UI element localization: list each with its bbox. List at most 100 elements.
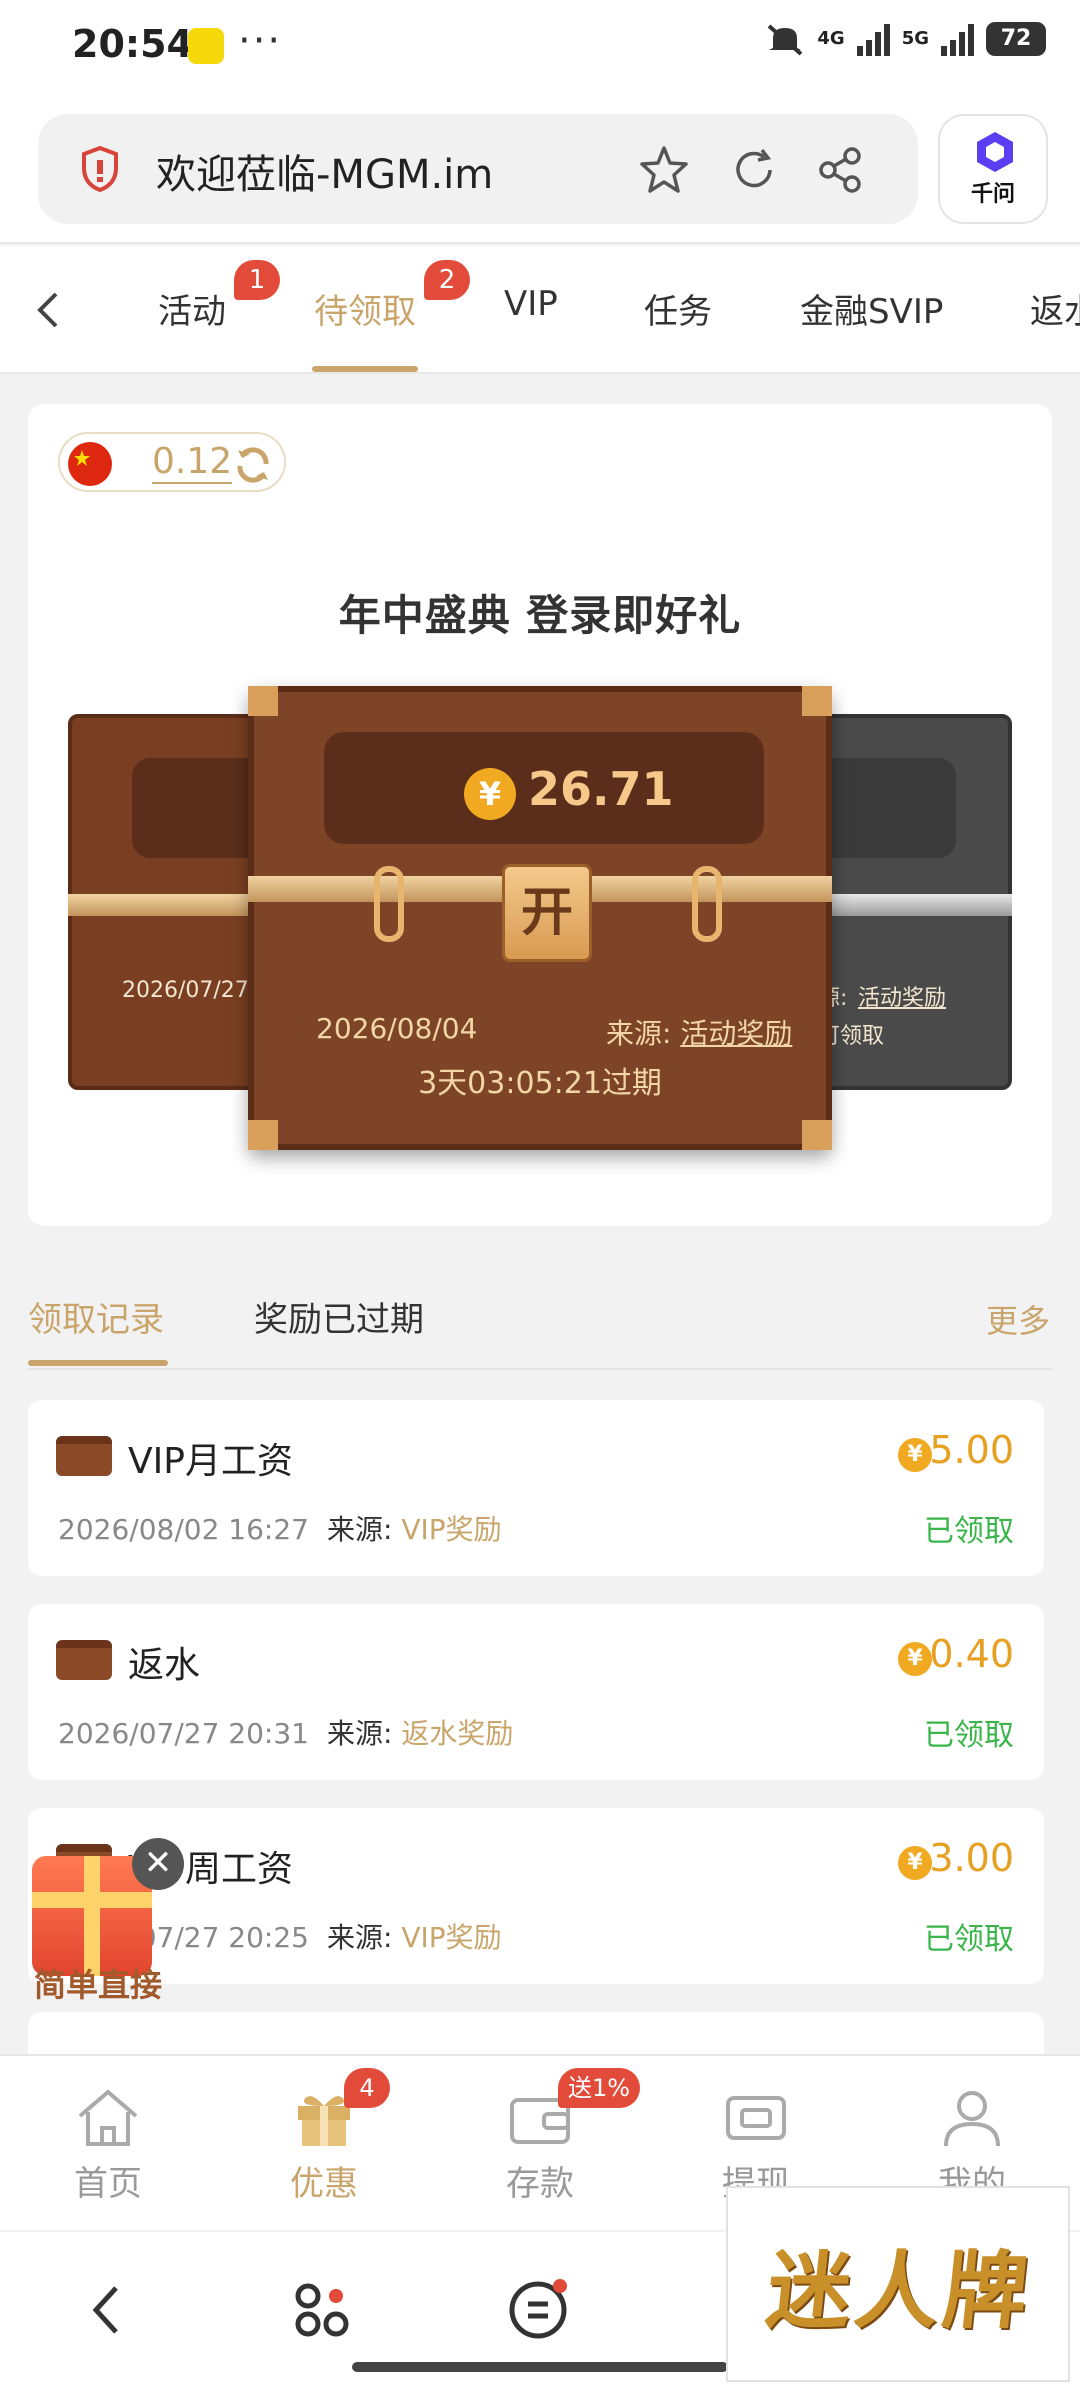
back-icon[interactable] bbox=[70, 2272, 146, 2348]
prev-chest-date: 2026/07/27 bbox=[122, 978, 249, 1003]
divider bbox=[28, 1368, 1052, 1370]
home-icon bbox=[78, 2089, 138, 2146]
coin-icon: ¥ bbox=[898, 1438, 932, 1472]
list-item[interactable]: VIP月工资 ¥ 5.00 2026/08/02 16:27 来源: VIP奖励 … bbox=[28, 1400, 1044, 1576]
address-bar[interactable]: 欢迎莅临-MGM.im bbox=[38, 114, 918, 224]
active-record-tab-indicator bbox=[28, 1360, 168, 1366]
nav-promotions-label: 优惠 bbox=[290, 2164, 358, 2204]
signal-icon bbox=[856, 22, 890, 56]
star-icon[interactable] bbox=[638, 144, 690, 196]
network-5g-label: 5G bbox=[901, 28, 929, 49]
network-4g-label: 4G bbox=[817, 28, 845, 49]
tab-tasks[interactable]: 任务 bbox=[644, 284, 712, 333]
list-item[interactable]: 返水 ¥ 0.40 2026/07/27 20:31 来源: 返水奖励 已领取 bbox=[28, 1604, 1044, 1780]
open-chest-button[interactable]: 开 bbox=[502, 864, 592, 962]
tab-rebate[interactable]: 返水 bbox=[1030, 284, 1080, 333]
shield-icon bbox=[82, 146, 118, 192]
tab-pending[interactable]: 待领取 bbox=[314, 284, 416, 333]
chest-source-label: 来源: bbox=[606, 1017, 672, 1050]
category-tabs: 活动 1 待领取 2 VIP 任务 金融SVIP 返水 bbox=[0, 246, 1080, 374]
more-notifications-icon: ··· bbox=[238, 18, 283, 64]
chest-source-link[interactable]: 活动奖励 bbox=[680, 1017, 792, 1050]
record-title: 返水 bbox=[128, 1645, 201, 1686]
refresh-icon[interactable] bbox=[728, 144, 780, 196]
nav-promotions[interactable]: 优惠 4 bbox=[216, 2056, 432, 2232]
record-amount: 3.00 bbox=[929, 1836, 1014, 1880]
chest-corner bbox=[248, 686, 278, 716]
record-source: VIP奖励 bbox=[401, 1921, 502, 1954]
assistant-button[interactable]: 千问 bbox=[938, 114, 1048, 224]
battery-icon: 72 bbox=[986, 22, 1046, 56]
record-amount: 5.00 bbox=[929, 1428, 1014, 1472]
list-item[interactable]: VIP周工资 ¥ 3.00 2026/07/27 20:25 来源: VIP奖励 … bbox=[28, 1808, 1044, 1984]
tab-finance-svip[interactable]: 金融SVIP bbox=[800, 284, 943, 333]
nav-deposit-badge: 送1% bbox=[558, 2068, 641, 2108]
record-source-label: 来源: bbox=[326, 1717, 393, 1750]
china-flag-icon bbox=[68, 442, 112, 486]
record-status: 已领取 bbox=[924, 1922, 1014, 1957]
event-title: 年中盛典 登录即好礼 bbox=[338, 591, 742, 640]
coin-icon: ¥ bbox=[898, 1642, 932, 1676]
reward-card: 0.12 年中盛典 登录即好礼 2026/07/27 源: 活动奖励 可领取 ¥… bbox=[28, 404, 1052, 1226]
nav-home-label: 首页 bbox=[74, 2164, 142, 2204]
coin-icon: ¥ bbox=[898, 1846, 932, 1880]
balance-refresh-icon[interactable] bbox=[232, 444, 274, 486]
balance-value: 0.12 bbox=[152, 441, 233, 484]
record-amount: 0.40 bbox=[929, 1632, 1014, 1676]
latch-icon bbox=[374, 866, 404, 942]
home-circle-icon[interactable] bbox=[500, 2272, 576, 2348]
coin-icon: ¥ bbox=[464, 768, 516, 820]
chest-icon bbox=[56, 1640, 112, 1680]
record-datetime: 2026/08/02 16:27 bbox=[58, 1513, 309, 1546]
next-chest-source: 活动奖励 bbox=[858, 986, 947, 1011]
record-source-label: 来源: bbox=[326, 1513, 393, 1546]
record-source: VIP奖励 bbox=[401, 1513, 502, 1546]
status-bar: 20:54 ··· 4G 5G 72 bbox=[0, 0, 1080, 96]
chest-amount: 26.71 bbox=[528, 762, 674, 816]
latch-icon bbox=[692, 866, 722, 942]
main-chest[interactable]: ¥ 26.71 开 2026/08/04 来源: 活动奖励 3天03:05:21… bbox=[248, 686, 832, 1150]
active-tab-indicator bbox=[312, 366, 418, 372]
chest-corner bbox=[802, 686, 832, 716]
tab-claim-records[interactable]: 领取记录 bbox=[28, 1292, 164, 1341]
floating-gift-label[interactable]: 简单直接 bbox=[34, 1960, 162, 2006]
tab-pending-badge: 2 bbox=[424, 260, 470, 300]
record-source-label: 来源: bbox=[326, 1921, 393, 1954]
mute-icon bbox=[768, 24, 803, 56]
chest-source: 来源: 活动奖励 bbox=[606, 1012, 792, 1052]
chest-date: 2026/08/04 bbox=[316, 1012, 478, 1045]
status-indicators: 4G 5G 72 bbox=[765, 22, 1046, 56]
record-meta: 2026/08/02 16:27 来源: VIP奖励 bbox=[58, 1508, 502, 1548]
tab-vip[interactable]: VIP bbox=[504, 284, 558, 324]
url-text: 欢迎莅临-MGM.im bbox=[156, 152, 494, 198]
nav-promotions-badge: 4 bbox=[344, 2068, 390, 2108]
share-icon[interactable] bbox=[814, 144, 866, 196]
back-arrow-icon[interactable] bbox=[24, 286, 72, 334]
notification-app-icon bbox=[188, 28, 224, 64]
tab-activity[interactable]: 活动 bbox=[158, 284, 226, 333]
nav-home[interactable]: 首页 bbox=[0, 2056, 216, 2232]
profile-icon bbox=[944, 2091, 1000, 2147]
apps-icon[interactable] bbox=[284, 2272, 360, 2348]
nav-deposit-label: 存款 bbox=[506, 2164, 574, 2204]
close-icon[interactable]: ✕ bbox=[132, 1838, 184, 1890]
record-status: 已领取 bbox=[924, 1718, 1014, 1753]
chest-corner bbox=[802, 1120, 832, 1150]
nav-deposit[interactable]: 存款 送1% bbox=[432, 2056, 648, 2232]
record-status: 已领取 bbox=[924, 1514, 1014, 1549]
chest-corner bbox=[248, 1120, 278, 1150]
more-link[interactable]: 更多 bbox=[986, 1296, 1050, 1342]
assistant-icon bbox=[977, 132, 1013, 172]
home-indicator[interactable] bbox=[352, 2362, 728, 2372]
watermark-text: 迷人牌 bbox=[762, 2242, 1037, 2340]
record-datetime: 2026/07/27 20:31 bbox=[58, 1717, 309, 1750]
browser-toolbar: 欢迎莅临-MGM.im 千问 bbox=[0, 96, 1080, 244]
chest-expire-countdown: 3天03:05:21过期 bbox=[418, 1066, 662, 1101]
record-source: 返水奖励 bbox=[401, 1717, 514, 1750]
record-tabs: 领取记录 奖励已过期 更多 bbox=[0, 1270, 1080, 1370]
balance-pill[interactable]: 0.12 bbox=[58, 432, 286, 492]
record-meta: 2026/07/27 20:31 来源: 返水奖励 bbox=[58, 1712, 513, 1752]
status-time: 20:54 bbox=[72, 22, 193, 66]
tab-expired-rewards[interactable]: 奖励已过期 bbox=[254, 1292, 424, 1341]
signal-icon bbox=[941, 22, 974, 56]
